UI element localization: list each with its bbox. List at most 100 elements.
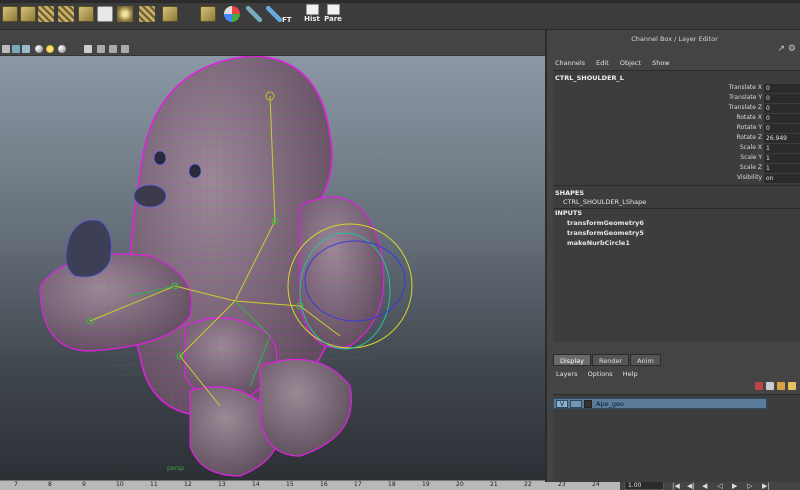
layer-name[interactable]: Ape_geo [596, 400, 624, 408]
shapes-header: SHAPES [555, 189, 585, 197]
new-empty-layer-icon[interactable] [777, 382, 785, 390]
layer-list: V Ape_geo [553, 394, 800, 482]
xray-joints-icon[interactable] [109, 45, 117, 53]
hist-icon [305, 4, 319, 15]
tab-anim[interactable]: Anim [630, 354, 661, 366]
isolate-icon[interactable] [84, 45, 92, 53]
menu-edit[interactable]: Edit [596, 59, 609, 67]
shadow-icon[interactable] [58, 45, 66, 53]
current-time-field[interactable]: 1.00 [624, 481, 664, 490]
divider [553, 185, 800, 186]
layer-editor-menu: Layers Options Help [556, 370, 646, 378]
input-node[interactable]: transformGeometry5 [567, 229, 644, 237]
tile-icon[interactable] [2, 6, 18, 22]
attr-label[interactable]: Translate X [729, 84, 762, 91]
settings-icon[interactable]: ⚙ [788, 44, 796, 54]
tile-icon[interactable] [78, 6, 94, 22]
attr-label[interactable]: Rotate X [736, 114, 762, 121]
attr-label[interactable]: Scale Z [740, 164, 762, 171]
attr-label[interactable]: Visibility [737, 174, 762, 181]
shaded-icon[interactable] [12, 45, 20, 53]
step-back-icon[interactable]: ◀ [702, 482, 712, 490]
pare-button[interactable]: Pare [322, 4, 344, 26]
attr-label[interactable]: Rotate Y [737, 124, 762, 131]
attr-value[interactable]: 1 [764, 164, 800, 173]
tile-icon[interactable] [200, 6, 216, 22]
go-to-start-icon[interactable]: |◀ [672, 482, 682, 490]
tick-label: 21 [490, 481, 498, 488]
lighting-icon[interactable] [46, 45, 54, 53]
layer-editor-tabs: Display Render Anim [553, 354, 662, 366]
ape-mesh[interactable] [39, 56, 385, 477]
layer-editor-icons [752, 382, 796, 392]
ft-button[interactable]: FT [282, 16, 292, 24]
selected-node-name[interactable]: CTRL_SHOULDER_L [555, 74, 624, 82]
layer-color-swatch[interactable] [584, 400, 592, 408]
layer-playback-toggle[interactable] [570, 400, 582, 408]
menu-channels[interactable]: Channels [555, 59, 585, 67]
textured-icon[interactable] [35, 45, 43, 53]
tick-label: 14 [252, 481, 260, 488]
attr-label[interactable]: Translate Y [729, 94, 762, 101]
pin-icon[interactable]: ↗ [778, 44, 786, 54]
grid-toggle-icon[interactable] [2, 45, 10, 53]
shape-node[interactable]: CTRL_SHOULDER_LShape [563, 198, 646, 206]
menu-options[interactable]: Options [588, 370, 613, 378]
grid-icon[interactable] [139, 6, 155, 22]
layer-row-ape-geo[interactable]: V Ape_geo [553, 398, 767, 409]
attr-value[interactable]: 26.949 [764, 134, 800, 143]
attr-row: Visibility on [553, 174, 800, 184]
tile-icon[interactable] [162, 6, 178, 22]
new-layer-from-selection-icon[interactable] [788, 382, 796, 390]
input-node[interactable]: transformGeometry6 [567, 219, 644, 227]
check-icon[interactable] [97, 6, 113, 22]
pare-icon [326, 4, 340, 15]
attr-label[interactable]: Scale Y [740, 154, 762, 161]
attr-row: Rotate Y0 [553, 124, 800, 134]
grid-icon[interactable] [58, 6, 74, 22]
attr-value[interactable]: 0 [764, 104, 800, 113]
menu-show[interactable]: Show [652, 59, 670, 67]
go-to-end-icon[interactable]: ▶| [762, 482, 772, 490]
attr-value[interactable]: 0 [764, 84, 800, 93]
move-layer-down-icon[interactable] [766, 382, 774, 390]
perspective-viewport[interactable] [0, 56, 545, 482]
attr-value[interactable]: 0 [764, 114, 800, 123]
step-back-key-icon[interactable]: ◀| [687, 482, 697, 490]
time-slider[interactable]: 7 8 9 10 11 12 13 14 15 16 17 18 19 20 2… [0, 480, 620, 490]
menu-help[interactable]: Help [623, 370, 638, 378]
hist-button[interactable]: Hist [301, 4, 323, 26]
layer-visibility-toggle[interactable]: V [556, 400, 568, 408]
menu-layers[interactable]: Layers [556, 370, 578, 378]
resolution-gate-icon[interactable] [121, 45, 129, 53]
grid-icon[interactable] [38, 6, 54, 22]
joint-tool-icon[interactable] [266, 6, 282, 22]
star-icon[interactable] [117, 6, 133, 22]
attr-label[interactable]: Translate Z [729, 104, 762, 111]
attr-value[interactable]: on [764, 174, 800, 183]
attr-value[interactable]: 1 [764, 154, 800, 163]
play-back-icon[interactable]: ◁ [717, 482, 727, 490]
move-layer-up-icon[interactable] [755, 382, 763, 390]
tick-label: 9 [82, 481, 86, 488]
tick-label: 10 [116, 481, 124, 488]
tick-label: 22 [524, 481, 532, 488]
xray-icon[interactable] [97, 45, 105, 53]
tile-icon[interactable] [20, 6, 36, 22]
attr-value[interactable]: 1 [764, 144, 800, 153]
joint-icon[interactable] [246, 6, 262, 22]
attr-value[interactable]: 0 [764, 124, 800, 133]
wireframe-on-shaded-icon[interactable] [22, 45, 30, 53]
menu-object[interactable]: Object [620, 59, 641, 67]
attr-row: Translate Y0 [553, 94, 800, 104]
tab-render[interactable]: Render [591, 354, 630, 366]
attr-label[interactable]: Scale X [740, 144, 762, 151]
attr-row: Rotate Z 26.949 [553, 134, 800, 144]
tab-display[interactable]: Display [553, 354, 591, 366]
input-node[interactable]: makeNurbCircle1 [567, 239, 630, 247]
cone-icon[interactable] [224, 6, 240, 22]
attr-label[interactable]: Rotate Z [736, 134, 762, 141]
attr-value[interactable]: 0 [764, 94, 800, 103]
play-forward-icon[interactable]: ▶ [732, 482, 742, 490]
step-forward-icon[interactable]: ▷ [747, 482, 757, 490]
